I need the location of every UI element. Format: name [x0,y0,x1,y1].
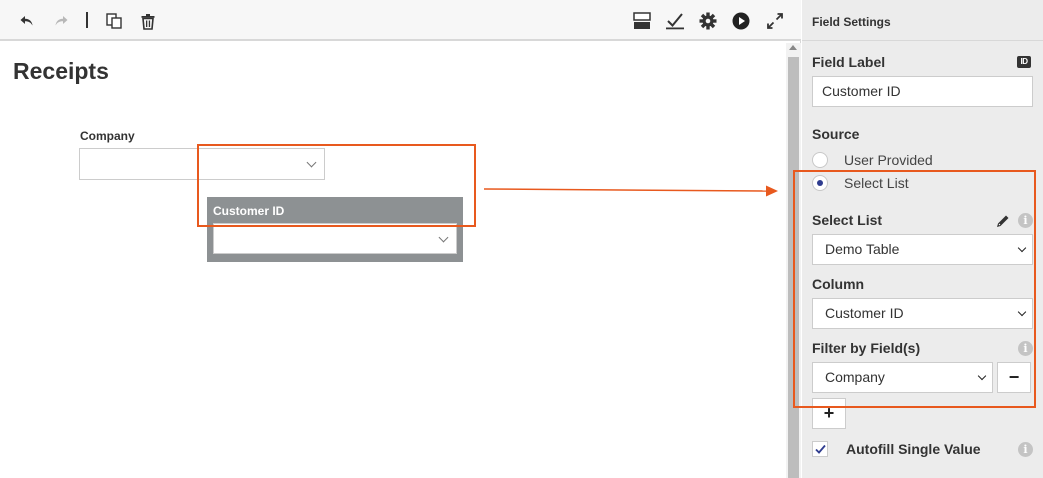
designer-toolbar [0,0,801,41]
radio-user-provided-label[interactable]: User Provided [844,152,933,168]
copy-icon[interactable] [103,10,125,32]
autofill-label[interactable]: Autofill Single Value [846,441,981,457]
panel-title: Field Settings [812,15,891,29]
radio-user-provided[interactable] [812,152,828,168]
panel-header: Field Settings [802,0,1043,41]
annotation-arrow-icon [483,185,778,197]
toolbar-separator [86,12,88,28]
form-designer: Receipts Company Customer ID [0,0,801,478]
annotation-highlight-settings [793,170,1036,408]
preview-icon[interactable] [730,10,752,32]
redo-icon[interactable] [50,10,72,32]
customer-id-dropdown[interactable] [213,223,457,254]
form-title: Receipts [13,58,109,84]
company-field-label: Company [80,129,135,143]
autofill-checkbox[interactable] [812,441,828,457]
id-badge-icon[interactable]: ID [1017,56,1031,68]
scroll-up-arrow-icon[interactable] [789,45,797,50]
info-icon[interactable]: i [1018,442,1033,457]
form-canvas: Receipts Company Customer ID [0,43,786,478]
field-label-heading: Field Label [812,54,886,70]
delete-icon[interactable] [137,10,159,32]
settings-icon[interactable] [697,10,719,32]
source-heading: Source [812,126,860,142]
field-label-input[interactable]: Customer ID [812,76,1033,107]
validate-icon[interactable] [664,10,686,32]
expand-icon[interactable] [764,10,786,32]
layout-icon[interactable] [631,10,653,32]
undo-icon[interactable] [16,10,38,32]
annotation-highlight-field [197,144,476,227]
chevron-down-icon [438,232,449,243]
